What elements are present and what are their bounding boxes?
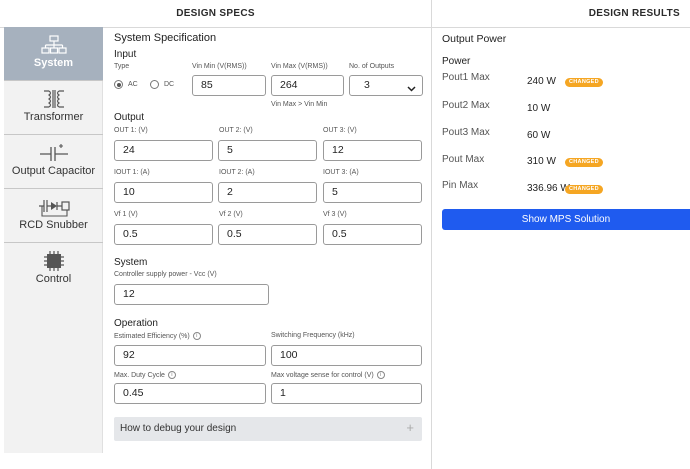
duty-cycle-label-text: Max. Duty Cycle xyxy=(114,371,165,379)
pout3-max-label: Pout3 Max xyxy=(442,127,490,138)
out1-label: OUT 1: (V) xyxy=(114,127,148,134)
vcc-input[interactable]: 12 xyxy=(114,284,269,305)
vcc-label: Controller supply power - Vcc (V) xyxy=(114,271,217,278)
chip-icon xyxy=(4,250,103,272)
iout2-label: IOUT 2: (A) xyxy=(219,169,255,176)
system-section-title: System xyxy=(114,257,148,268)
design-specs-title: DESIGN SPECS xyxy=(176,8,255,19)
out2-input[interactable]: 5 xyxy=(218,140,317,161)
switching-frequency-input[interactable]: 100 xyxy=(271,345,422,366)
duty-cycle-input[interactable]: 0.45 xyxy=(114,383,266,404)
info-icon[interactable]: i xyxy=(167,371,176,379)
sidebar-item-output-capacitor[interactable]: Output Capacitor xyxy=(4,135,103,189)
type-ac-label: AC xyxy=(128,81,138,88)
no-of-outputs-label: No. of Outputs xyxy=(349,63,395,70)
chevron-down-icon xyxy=(407,81,416,100)
vf3-label: Vf 3 (V) xyxy=(323,211,347,218)
voltage-sense-label-text: Max voltage sense for control (V) xyxy=(271,371,374,379)
sidebar-item-label: Output Capacitor xyxy=(11,165,96,177)
debug-accordion-label: How to debug your design xyxy=(120,423,237,434)
pout2-max-label: Pout2 Max xyxy=(442,100,490,111)
pin-max-label: Pin Max xyxy=(442,180,479,191)
duty-cycle-label: Max. Duty Cycle i xyxy=(114,371,176,379)
efficiency-input[interactable]: 92 xyxy=(114,345,266,366)
input-section-title: Input xyxy=(114,49,137,60)
pout2-max-value: 10 W xyxy=(527,103,551,114)
design-results-title: DESIGN RESULTS xyxy=(588,8,680,19)
show-mps-solution-button[interactable]: Show MPS Solution xyxy=(442,209,690,230)
output-section-title: Output xyxy=(114,112,145,123)
out3-input[interactable]: 12 xyxy=(323,140,422,161)
sidebar-item-label: System xyxy=(33,57,74,69)
iout3-label: IOUT 3: (A) xyxy=(323,169,359,176)
sidebar: System Transformer Output Capacitor RCD … xyxy=(4,27,103,453)
power-subtitle: Power xyxy=(442,56,471,67)
iout1-input[interactable]: 10 xyxy=(114,182,213,203)
plus-icon: + xyxy=(406,420,414,435)
switching-frequency-label: Switching Frequency (kHz) xyxy=(271,332,355,339)
info-icon[interactable]: i xyxy=(376,371,385,379)
vf2-label: Vf 2 (V) xyxy=(219,211,243,218)
iout2-input[interactable]: 2 xyxy=(218,182,317,203)
vin-min-label: Vin Min (V(RMS)) xyxy=(192,63,247,70)
changed-badge: CHANGED xyxy=(565,78,603,87)
pout1-max-label: Pout1 Max xyxy=(442,72,490,83)
out3-label: OUT 3: (V) xyxy=(323,127,357,134)
sidebar-item-transformer[interactable]: Transformer xyxy=(4,81,103,135)
out1-input[interactable]: 24 xyxy=(114,140,213,161)
pout-max-value: 310 W xyxy=(527,156,556,167)
sidebar-item-control[interactable]: Control xyxy=(4,243,103,297)
pin-max-value: 336.96 W xyxy=(527,183,570,194)
vf1-input[interactable]: 0.5 xyxy=(114,224,213,245)
design-specs-panel: System Specification Input Type AC DC Vi… xyxy=(104,28,431,453)
system-tree-icon xyxy=(4,34,103,56)
header-bar: DESIGN SPECS DESIGN RESULTS xyxy=(0,0,690,28)
sidebar-item-system[interactable]: System xyxy=(4,27,103,81)
type-dc-radio[interactable] xyxy=(150,80,159,89)
pout-max-label: Pout Max xyxy=(442,154,485,165)
voltage-sense-input[interactable]: 1 xyxy=(271,383,422,404)
output-power-title: Output Power xyxy=(442,33,507,45)
vin-min-input[interactable]: 85 xyxy=(192,75,266,96)
iout3-input[interactable]: 5 xyxy=(323,182,422,203)
efficiency-label-text: Estimated Efficiency (%) xyxy=(114,332,190,340)
info-icon[interactable]: i xyxy=(192,332,201,340)
debug-accordion[interactable]: How to debug your design + xyxy=(114,417,422,441)
vin-max-input[interactable]: 264 xyxy=(271,75,344,96)
design-results-panel: Output Power Power Pout1 Max 240 W CHANG… xyxy=(432,28,690,453)
sidebar-item-label: Transformer xyxy=(23,111,84,123)
efficiency-label: Estimated Efficiency (%) i xyxy=(114,332,201,340)
sidebar-item-label: RCD Snubber xyxy=(19,219,88,231)
transformer-icon xyxy=(4,88,103,110)
vf3-input[interactable]: 0.5 xyxy=(323,224,422,245)
pout3-max-value: 60 W xyxy=(527,130,551,141)
no-of-outputs-value: 3 xyxy=(364,79,370,91)
capacitor-icon xyxy=(4,142,103,164)
sidebar-item-label: Control xyxy=(35,273,72,285)
vf2-input[interactable]: 0.5 xyxy=(218,224,317,245)
type-ac-radio[interactable] xyxy=(114,80,123,89)
vin-note: Vin Max > Vin Min xyxy=(271,101,328,108)
vf1-label: Vf 1 (V) xyxy=(114,211,138,218)
type-label: Type xyxy=(114,63,130,70)
pout1-max-value: 240 W xyxy=(527,76,556,87)
type-dc-label: DC xyxy=(164,81,175,88)
changed-badge: CHANGED xyxy=(565,185,603,194)
no-of-outputs-select[interactable]: 3 xyxy=(349,75,423,96)
out2-label: OUT 2: (V) xyxy=(219,127,253,134)
voltage-sense-label: Max voltage sense for control (V) i xyxy=(271,371,385,379)
operation-section-title: Operation xyxy=(114,318,158,329)
system-specification-title: System Specification xyxy=(114,32,217,44)
sidebar-item-rcd-snubber[interactable]: RCD Snubber xyxy=(4,189,103,243)
changed-badge: CHANGED xyxy=(565,158,603,167)
iout1-label: IOUT 1: (A) xyxy=(114,169,150,176)
vin-max-label: Vin Max (V(RMS)) xyxy=(271,63,328,70)
snubber-icon xyxy=(4,196,103,218)
